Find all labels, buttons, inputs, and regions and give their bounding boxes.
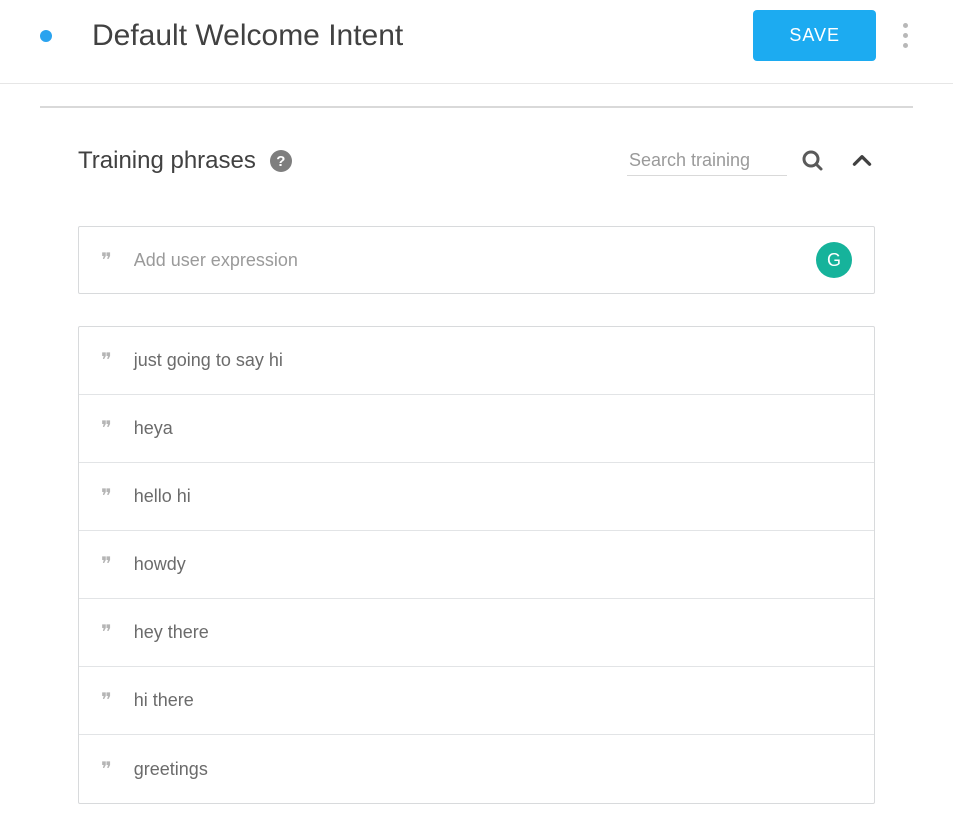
collapse-icon[interactable]	[849, 148, 875, 174]
add-expression-box: ❞ G	[78, 226, 875, 294]
phrase-row[interactable]: ❞ howdy	[79, 531, 874, 599]
quote-icon: ❞	[101, 552, 112, 577]
search-input[interactable]	[627, 146, 787, 176]
phrase-row[interactable]: ❞ heya	[79, 395, 874, 463]
phrase-row[interactable]: ❞ greetings	[79, 735, 874, 803]
status-dot-icon	[40, 30, 52, 42]
quote-icon: ❞	[101, 416, 112, 441]
page-header: Default Welcome Intent SAVE	[0, 0, 953, 84]
phrase-row[interactable]: ❞ just going to say hi	[79, 327, 874, 395]
phrase-row[interactable]: ❞ hey there	[79, 599, 874, 667]
quote-icon: ❞	[101, 688, 112, 713]
phrase-row[interactable]: ❞ hello hi	[79, 463, 874, 531]
help-icon[interactable]: ?	[270, 150, 292, 172]
quote-icon: ❞	[101, 620, 112, 645]
more-menu-icon[interactable]	[898, 18, 913, 53]
quote-icon: ❞	[101, 248, 112, 273]
phrase-text: hello hi	[134, 486, 191, 507]
search-icon[interactable]	[801, 149, 825, 173]
add-expression-input[interactable]	[134, 250, 816, 271]
phrase-text: greetings	[134, 759, 208, 780]
phrase-text: just going to say hi	[134, 350, 283, 371]
grammarly-icon[interactable]: G	[816, 242, 852, 278]
phrase-text: hey there	[134, 622, 209, 643]
section-header-actions	[627, 146, 875, 176]
quote-icon: ❞	[101, 348, 112, 373]
phrase-text: heya	[134, 418, 173, 439]
quote-icon: ❞	[101, 757, 112, 782]
phrase-text: hi there	[134, 690, 194, 711]
training-section: Training phrases ? ❞ G ❞ just going to	[0, 108, 953, 804]
save-button[interactable]: SAVE	[753, 10, 876, 61]
phrase-row[interactable]: ❞ hi there	[79, 667, 874, 735]
section-title: Training phrases	[78, 147, 256, 175]
page-title: Default Welcome Intent	[92, 19, 753, 53]
quote-icon: ❞	[101, 484, 112, 509]
phrase-text: howdy	[134, 554, 186, 575]
phrase-list: ❞ just going to say hi ❞ heya ❞ hello hi…	[78, 326, 875, 804]
section-header: Training phrases ?	[78, 146, 875, 176]
